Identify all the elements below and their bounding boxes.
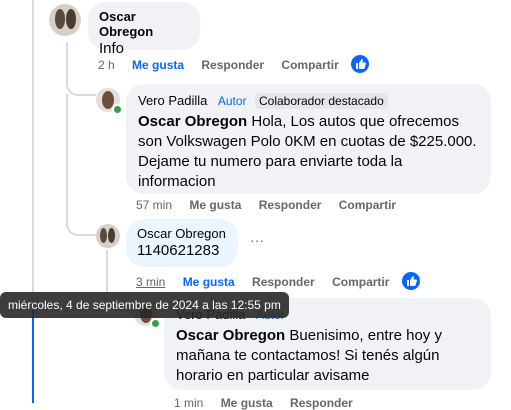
like-button[interactable]: Me gusta <box>221 396 273 410</box>
thread-line <box>66 94 96 236</box>
avatar-figure <box>66 9 76 29</box>
online-indicator <box>150 318 161 329</box>
comment-author[interactable]: Oscar Obregon <box>137 226 227 241</box>
mention-link[interactable]: Oscar Obregon <box>176 327 285 344</box>
reply-button[interactable]: Responder <box>290 396 353 410</box>
reply-button[interactable]: Responder <box>201 58 264 72</box>
comment-actions: 3 min Me gusta Responder Compartir <box>136 275 403 289</box>
timestamp-tooltip: miércoles, 4 de septiembre de 2024 a las… <box>0 292 289 318</box>
comment-actions: 1 min Me gusta Responder <box>174 396 367 410</box>
share-button[interactable]: Compartir <box>332 275 389 289</box>
comment-actions: 2 h Me gusta Responder Compartir <box>98 58 353 72</box>
like-button[interactable]: Me gusta <box>183 275 235 289</box>
comment-bubble: Oscar Obregon Info <box>88 2 200 57</box>
comment-author[interactable]: Vero Padilla <box>138 93 207 108</box>
comment-text: 1140621283 <box>137 242 220 259</box>
like-reaction-icon[interactable] <box>402 272 420 290</box>
avatar[interactable] <box>96 224 120 248</box>
like-button[interactable]: Me gusta <box>132 58 184 72</box>
comment-bubble: Oscar Obregon 1140621283 <box>126 219 238 267</box>
comment-text: Info <box>99 40 125 57</box>
online-indicator <box>112 104 123 115</box>
comment-time[interactable]: 3 min <box>136 275 165 289</box>
comment-actions: 57 min Me gusta Responder Compartir <box>136 198 410 212</box>
comment-time[interactable]: 57 min <box>136 198 172 212</box>
like-button[interactable]: Me gusta <box>189 198 241 212</box>
top-contributor-badge: Colaborador destacado <box>254 93 388 109</box>
like-reaction-icon[interactable] <box>351 55 369 73</box>
more-options-button[interactable]: ··· <box>250 232 264 248</box>
reply-button[interactable]: Responder <box>259 198 322 212</box>
author-badge: Autor <box>217 94 247 108</box>
thread-line <box>66 42 96 96</box>
avatar-figure <box>108 228 115 243</box>
comment-bubble: Vero Padilla Autor Colaborador destacado… <box>126 84 491 194</box>
avatar[interactable] <box>49 4 81 36</box>
comment-time[interactable]: 2 h <box>98 58 115 72</box>
reply-button[interactable]: Responder <box>252 275 315 289</box>
focus-line <box>32 310 34 403</box>
comment-author[interactable]: Oscar Obregon <box>99 9 189 39</box>
avatar-figure <box>55 9 65 29</box>
share-button[interactable]: Compartir <box>281 58 338 72</box>
avatar-figure <box>100 228 107 243</box>
mention-link[interactable]: Oscar Obregon <box>138 113 247 130</box>
comment-time[interactable]: 1 min <box>174 396 203 410</box>
share-button[interactable]: Compartir <box>339 198 396 212</box>
